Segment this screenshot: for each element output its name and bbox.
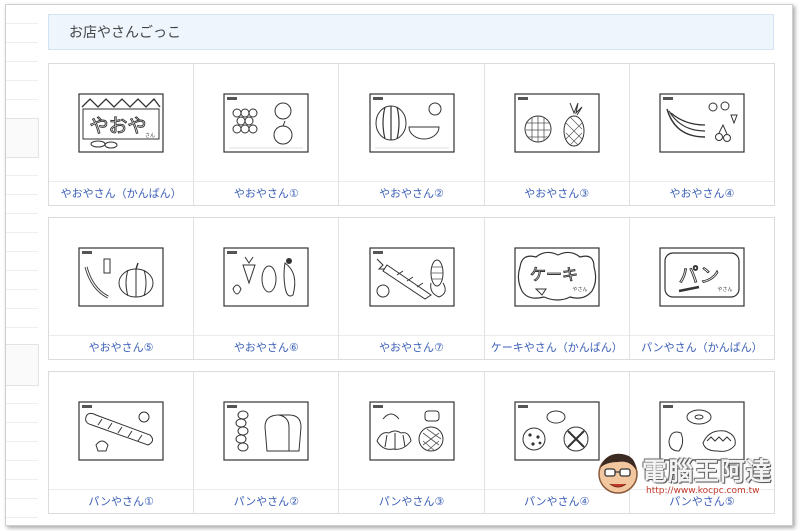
sign-sub: やさん [572,286,587,293]
thumbnail-area [194,372,339,490]
thumbnail-card[interactable]: パン やさん パンやさん（かんばん） [629,218,775,359]
card-label[interactable]: やおやさん⑦ [339,337,483,359]
thumbnail-card[interactable]: パンやさん① [49,372,195,513]
thumbnail-card[interactable]: やおやさん⑥ [194,218,340,359]
card-label[interactable]: やおやさん① [194,183,338,205]
sign-sub: さん [145,132,155,139]
section-title: お店やさんごっこ [48,14,774,50]
thumbnail-card[interactable]: やおやさん② [339,64,485,205]
card-label[interactable]: パンやさん③ [339,491,483,513]
thumbnail-card[interactable]: ケーキ やさん ケーキやさん（かんばん） [484,218,630,359]
thumbnail-area [339,372,484,490]
watermark-logo: 電腦王阿達 http://www.kocpc.com.tw [596,446,786,500]
grapes-apple-thumbnail[interactable] [223,93,309,153]
thumbnail-row-2: やおやさん⑤ やおやさん⑥ やおやさん⑦ ケーキ やさん ケーキやさん（かんばん… [48,217,775,360]
card-label[interactable]: パンやさん（かんばん） [630,337,774,359]
thumbnail-card[interactable]: パンやさん② [194,372,340,513]
thumbnail-card[interactable]: やおやさん④ [629,64,775,205]
croissant-thumbnail[interactable] [368,401,455,461]
watermark-url: http://www.kocpc.com.tw [646,486,760,496]
melon-pineapple-thumbnail[interactable] [514,93,600,153]
thumbnail-area [49,218,194,336]
banana-strawberry-thumbnail[interactable] [659,93,745,153]
sign-text: パン [678,263,719,287]
card-label[interactable]: やおやさん③ [485,183,629,205]
card-label[interactable]: パンやさん② [194,491,338,513]
pumpkin-cucumber-thumbnail[interactable] [78,247,164,307]
card-label[interactable]: やおやさん⑥ [194,337,338,359]
thumbnail-area: パン やさん [629,218,775,336]
left-side-tab [6,118,39,158]
watermark-text: 電腦王阿達 [642,457,773,486]
card-label[interactable]: ケーキやさん（かんばん） [485,337,629,359]
thumbnail-area [629,64,775,182]
cookie-bread-thumbnail[interactable] [514,401,600,461]
bakery-sign-thumbnail[interactable]: パン やさん [659,247,745,307]
thumbnail-card[interactable]: やおやさん⑤ [49,218,195,359]
watermelon-thumbnail[interactable] [368,93,455,153]
carrot-eggplant-thumbnail[interactable] [223,247,309,307]
thumbnail-card[interactable]: やおやさん① [194,64,340,205]
sign-text: ケーキ [530,265,578,284]
thumbnail-area: やおや さん [49,64,194,182]
baguette-thumbnail[interactable] [78,401,164,461]
thumbnail-area [339,64,484,182]
thumbnail-card[interactable]: パンやさん③ [339,372,485,513]
thumbnail-area [484,64,629,182]
thumbnail-card[interactable]: やおや さん やおやさん（かんばん） [49,64,195,205]
thumbnail-area: ケーキ やさん [484,218,629,336]
bread-loaf-thumbnail[interactable] [223,401,309,461]
thumbnail-area [194,64,339,182]
card-label[interactable]: パンやさん① [49,491,193,513]
section-title-text: お店やさんごっこ [69,25,181,41]
card-label[interactable]: やおやさん④ [630,183,774,205]
thumbnail-card[interactable]: やおやさん③ [484,64,630,205]
card-label[interactable]: やおやさん⑤ [49,337,193,359]
thumbnail-area [194,218,339,336]
daikon-corn-thumbnail[interactable] [368,247,455,307]
thumbnail-area [49,372,194,490]
thumbnail-row-1: やおや さん やおやさん（かんばん） やおやさん① やおやさん② やおやさん③ … [48,63,775,206]
sign-sub: やさん [717,286,732,293]
cake-shop-sign-thumbnail[interactable]: ケーキ やさん [514,247,600,307]
sign-text: やおや [90,115,147,137]
card-label[interactable]: やおやさん（かんばん） [49,183,193,205]
card-label[interactable]: やおやさん② [339,183,483,205]
left-ruled-margin [6,5,38,523]
mascot-face-icon [598,453,638,494]
greengrocer-sign-thumbnail[interactable]: やおや さん [78,93,164,153]
thumbnail-card[interactable]: やおやさん⑦ [339,218,485,359]
thumbnail-area [339,218,484,336]
left-side-tab [6,344,39,386]
